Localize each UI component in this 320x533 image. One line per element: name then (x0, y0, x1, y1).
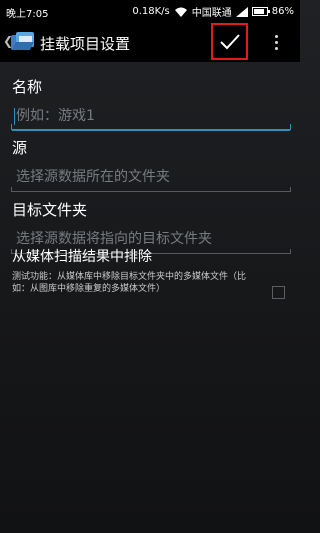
status-time: 晚上7:05 (6, 9, 49, 20)
target-label: 目标文件夹 (12, 201, 88, 219)
battery-icon (251, 7, 270, 16)
exclude-title: 从媒体扫描结果中排除 (12, 249, 152, 265)
exclude-description: 测试功能：从媒体库中移除目标文件夹中的多媒体文件（比如：从图库中移除重复的多媒体… (12, 272, 247, 294)
page-title: 挂载项目设置 (40, 35, 131, 53)
text-cursor (14, 108, 15, 125)
battery-fill (253, 9, 265, 14)
source-placeholder: 选择源数据所在的文件夹 (16, 169, 170, 185)
battery-percent: 86% (271, 6, 294, 17)
wifi-icon (174, 7, 187, 17)
carrier-name: 中国联通 (191, 8, 232, 19)
status-indicators: 0.18K/s 中国联通 86% (132, 4, 294, 19)
action-bar: ❮ 挂载项目设置 (0, 22, 300, 62)
name-input[interactable]: 例如：游戏1 (11, 105, 291, 131)
exclude-checkbox[interactable] (272, 286, 285, 299)
name-field-group: 名称 例如：游戏1 (11, 76, 291, 131)
exclude-media-row[interactable]: 从媒体扫描结果中排除 测试功能：从媒体库中移除目标文件夹中的多媒体文件（比如：从… (12, 246, 292, 299)
name-placeholder: 例如：游戏1 (16, 108, 95, 124)
folder-mount-icon[interactable] (10, 30, 36, 54)
checkmark-icon (219, 33, 240, 49)
status-bar: 晚上7:05 0.18K/s 中国联通 86% (0, 0, 300, 22)
confirm-button[interactable] (211, 23, 248, 60)
target-placeholder: 选择源数据将指向的目标文件夹 (16, 231, 212, 247)
network-speed: 0.18K/s (132, 6, 170, 17)
more-vertical-icon[interactable] (266, 30, 286, 54)
source-label: 源 (12, 139, 28, 157)
source-field-group: 源 选择源数据所在的文件夹 (11, 137, 291, 192)
signal-icon (235, 6, 248, 17)
source-input[interactable]: 选择源数据所在的文件夹 (11, 166, 291, 192)
name-label: 名称 (12, 78, 43, 96)
